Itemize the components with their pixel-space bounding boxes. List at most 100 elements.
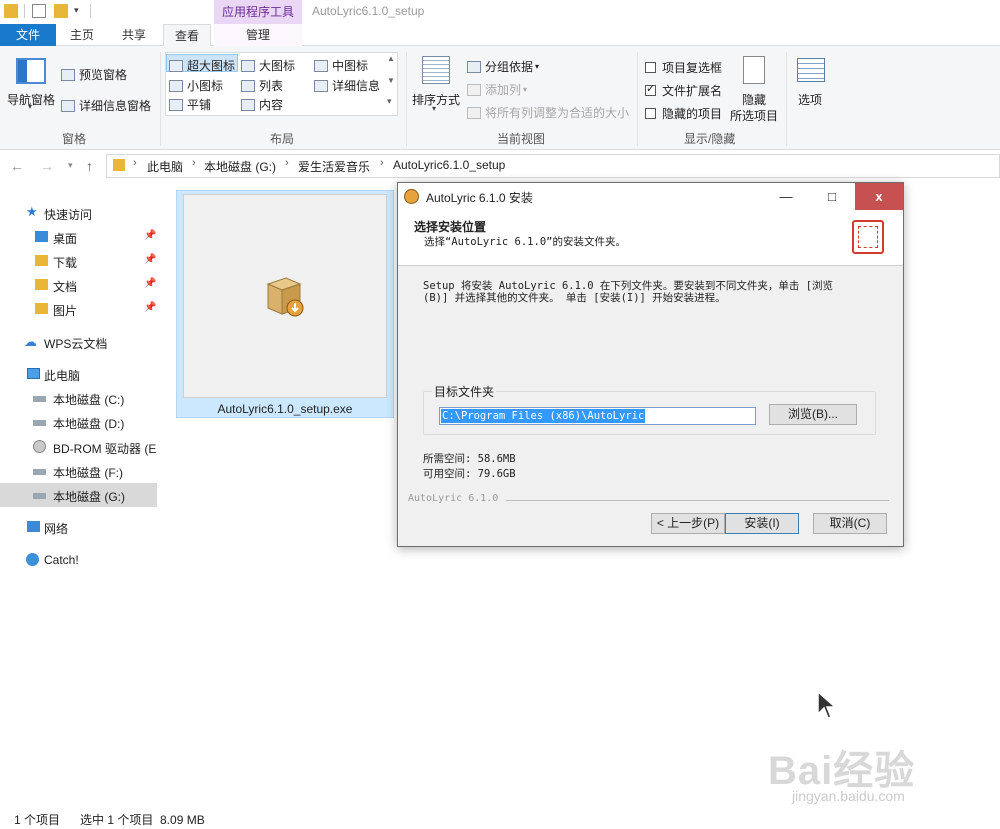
preview-pane-button[interactable]: 预览窗格: [61, 66, 127, 83]
nav-drive-e[interactable]: BD-ROM 驱动器 (E: [0, 435, 157, 459]
breadcrumb-this-pc[interactable]: 此电脑: [147, 158, 183, 175]
layout-large-icons[interactable]: 大图标: [241, 57, 295, 74]
new-folder-icon[interactable]: [54, 4, 68, 18]
sort-by-icon[interactable]: [422, 56, 450, 84]
chevron-right-icon[interactable]: ›: [380, 157, 384, 169]
header-title: 选择安装位置: [414, 220, 487, 234]
nav-wps-cloud[interactable]: ☁ WPS云文档: [0, 330, 157, 354]
checkbox[interactable]: [645, 108, 656, 119]
group-separator: [786, 52, 787, 146]
layout-scroll-up-icon[interactable]: ▲: [387, 54, 395, 63]
layout-medium-icons[interactable]: 中图标: [314, 57, 368, 74]
back-arrow-icon[interactable]: ←: [10, 158, 24, 174]
pin-icon[interactable]: 📌: [144, 230, 156, 241]
tab-view[interactable]: 查看: [163, 24, 211, 47]
layout-tiles[interactable]: 平铺: [169, 96, 211, 113]
hide-selected-button[interactable]: 隐藏: [742, 91, 766, 108]
close-button[interactable]: x: [855, 183, 903, 210]
nav-label: Catch!: [44, 553, 79, 567]
nav-downloads[interactable]: 下载 📌: [0, 249, 157, 273]
file-extensions-toggle[interactable]: 文件扩展名: [645, 82, 722, 99]
options-button[interactable]: 选项: [798, 91, 822, 108]
tab-home[interactable]: 主页: [62, 24, 102, 46]
space-available: 可用空间: 79.6GB: [423, 468, 516, 480]
breadcrumb-music-folder[interactable]: 爱生活爱音乐: [298, 158, 370, 175]
pin-icon[interactable]: 📌: [144, 278, 156, 289]
layout-label: 大图标: [259, 59, 296, 73]
nav-documents[interactable]: 文档 📌: [0, 273, 157, 297]
nav-pane-icon[interactable]: [16, 58, 46, 84]
nav-drive-d[interactable]: 本地磁盘 (D:): [0, 410, 157, 434]
group-by-button[interactable]: 分组依据 ▾: [467, 58, 539, 75]
nav-network[interactable]: 网络: [0, 515, 157, 539]
recent-dropdown-icon[interactable]: ▾: [68, 160, 73, 171]
quick-access-dropdown-icon[interactable]: ▾: [74, 5, 79, 16]
layout-expand-icon[interactable]: ▾: [387, 96, 392, 107]
nav-pictures[interactable]: 图片 📌: [0, 297, 157, 321]
breadcrumb-drive-g[interactable]: 本地磁盘 (G:): [204, 158, 276, 175]
up-arrow-icon[interactable]: ↑: [86, 158, 93, 174]
tab-share[interactable]: 共享: [114, 24, 154, 46]
drive-icon: [33, 420, 46, 426]
nav-drive-c[interactable]: 本地磁盘 (C:): [0, 386, 157, 410]
layout-list[interactable]: 列表: [241, 77, 283, 94]
chevron-right-icon[interactable]: ›: [192, 157, 196, 169]
divider: [24, 4, 25, 18]
chevron-right-icon[interactable]: ›: [133, 157, 137, 169]
layout-label: 平铺: [187, 98, 212, 112]
details-icon: [314, 79, 328, 92]
layout-extra-large-icons[interactable]: 超大图标: [169, 57, 235, 74]
dropdown-icon: ▾: [432, 104, 437, 113]
tab-file[interactable]: 文件: [0, 24, 56, 46]
minimize-button[interactable]: —: [763, 183, 809, 210]
chevron-right-icon[interactable]: ›: [285, 157, 289, 169]
status-item-count: 1 个项目: [14, 813, 61, 827]
browse-button[interactable]: 浏览(B)...: [769, 404, 857, 425]
status-selection: 选中 1 个项目 8.09 MB: [80, 813, 205, 827]
breadcrumb-setup-folder[interactable]: AutoLyric6.1.0_setup: [393, 158, 505, 172]
add-columns-button[interactable]: 添加列 ▾: [467, 81, 527, 98]
layout-label: 内容: [259, 98, 284, 112]
nav-desktop[interactable]: 桌面 📌: [0, 225, 157, 249]
forward-arrow-icon[interactable]: →: [40, 158, 54, 174]
layout-small-icons[interactable]: 小图标: [169, 77, 223, 94]
dialog-titlebar[interactable]: AutoLyric 6.1.0 安装 — □ x: [398, 183, 903, 210]
layout-label: 详细信息: [332, 79, 381, 93]
properties-icon[interactable]: [32, 4, 46, 18]
hide-selected-label-2: 所选项目: [730, 109, 779, 123]
checkbox-checked[interactable]: [645, 82, 656, 96]
layout-details[interactable]: 详细信息: [314, 77, 380, 94]
pin-icon[interactable]: 📌: [144, 302, 156, 313]
small-icons-icon: [169, 79, 183, 92]
nav-this-pc[interactable]: 此电脑: [0, 362, 157, 386]
back-button[interactable]: < 上一步(P): [651, 513, 725, 534]
checkbox[interactable]: [645, 62, 656, 73]
nav-quick-access[interactable]: ★ 快速访问: [0, 201, 157, 225]
layout-label: 小图标: [187, 79, 224, 93]
details-pane-button[interactable]: 详细信息窗格: [61, 97, 151, 114]
maximize-button[interactable]: □: [809, 183, 855, 210]
pin-icon[interactable]: 📌: [144, 254, 156, 265]
install-button[interactable]: 安装(I): [725, 513, 799, 534]
item-checkboxes-toggle[interactable]: 项目复选框: [645, 59, 722, 76]
layout-content[interactable]: 内容: [241, 96, 283, 113]
group-by-icon: [467, 60, 481, 73]
tab-manage[interactable]: 管理: [214, 24, 302, 46]
hide-selected-icon[interactable]: [743, 56, 765, 84]
folder-icon[interactable]: [4, 4, 18, 18]
nav-label: WPS云文档: [44, 337, 108, 351]
nav-drive-g[interactable]: 本地磁盘 (G:): [0, 483, 157, 507]
options-icon[interactable]: [797, 58, 825, 82]
ribbon-view: 导航窗格 ▾ 预览窗格 详细信息窗格 窗格 超大图标 大图标 中图标 小图标 列…: [0, 46, 1000, 150]
fit-columns-button[interactable]: 将所有列调整为合适的大小: [467, 104, 629, 121]
layout-scroll-down-icon[interactable]: ▼: [387, 76, 395, 85]
cancel-button[interactable]: 取消(C): [813, 513, 887, 534]
divider: [90, 4, 91, 18]
nav-label: 本地磁盘 (C:): [53, 393, 125, 407]
content-icon: [241, 98, 255, 111]
hidden-items-toggle[interactable]: 隐藏的项目: [645, 105, 722, 122]
nav-catch[interactable]: Catch!: [0, 548, 157, 572]
nav-drive-f[interactable]: 本地磁盘 (F:): [0, 459, 157, 483]
seal-logo-icon: [852, 220, 884, 254]
list-icon: [241, 79, 255, 92]
